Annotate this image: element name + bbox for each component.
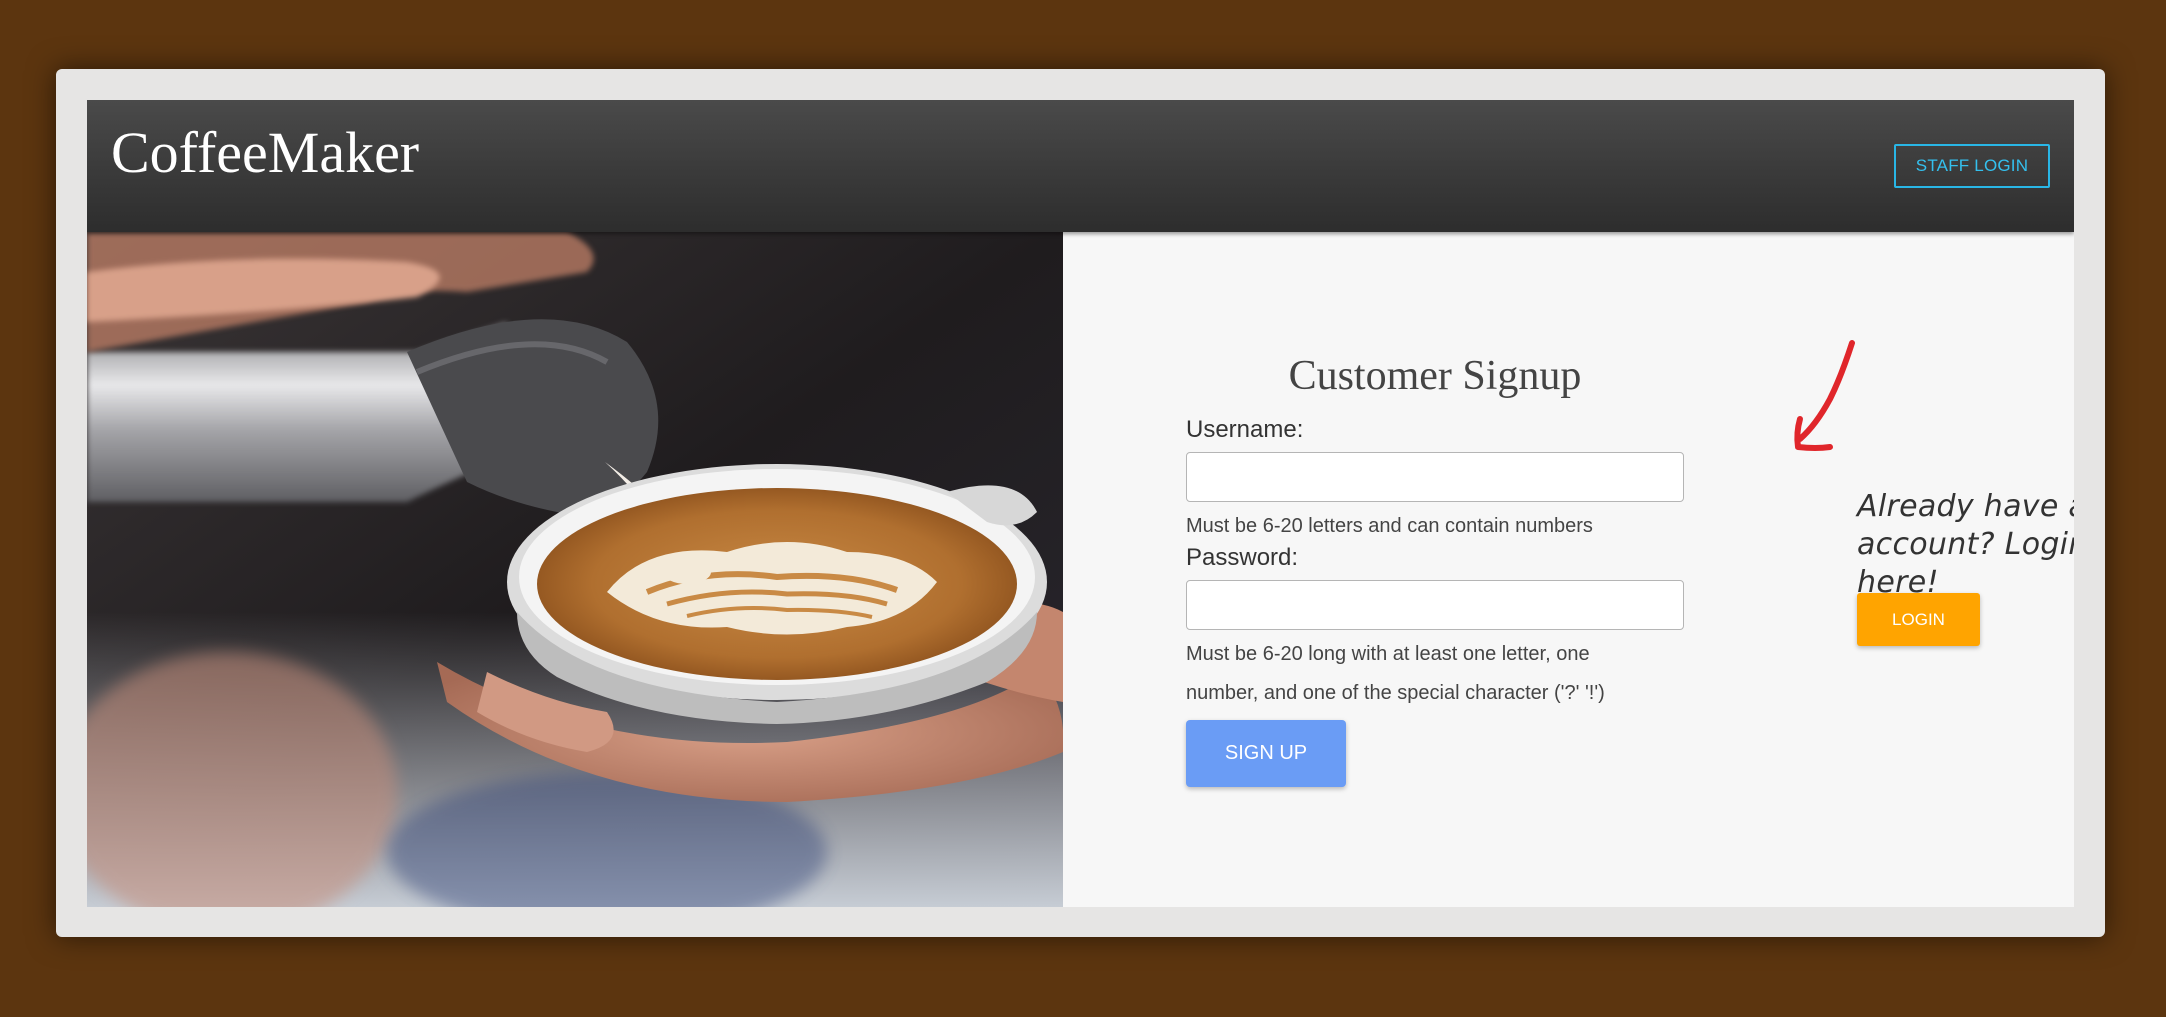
top-navbar: CoffeeMaker STAFF LOGIN xyxy=(87,100,2074,232)
password-hint: Must be 6-20 long with at least one lett… xyxy=(1186,643,1605,704)
app-window: CoffeeMaker STAFF LOGIN Customer Signup … xyxy=(56,69,2105,937)
already-have-account-text: Already have an account? Login here! xyxy=(1857,489,2074,600)
signup-button[interactable]: SIGN UP xyxy=(1186,720,1346,787)
signup-panel: Customer Signup Username: Must be 6-20 l… xyxy=(1063,232,2074,907)
username-input[interactable] xyxy=(1186,452,1684,502)
latte-art-photo xyxy=(87,232,1063,907)
signup-title: Customer Signup xyxy=(1288,353,1582,399)
username-hint: Must be 6-20 letters and can contain num… xyxy=(1186,515,1593,537)
staff-login-button[interactable]: STAFF LOGIN xyxy=(1894,144,2050,188)
hand-drawn-arrow-icon xyxy=(1794,340,1855,451)
login-button[interactable]: LOGIN xyxy=(1857,593,1980,646)
app-content: CoffeeMaker STAFF LOGIN Customer Signup … xyxy=(87,100,2074,907)
brand-title: CoffeeMaker xyxy=(111,120,420,185)
username-label: Username: xyxy=(1186,416,1304,443)
password-input[interactable] xyxy=(1186,580,1684,630)
latte-art-image xyxy=(87,232,1063,907)
password-label: Password: xyxy=(1186,544,1299,571)
